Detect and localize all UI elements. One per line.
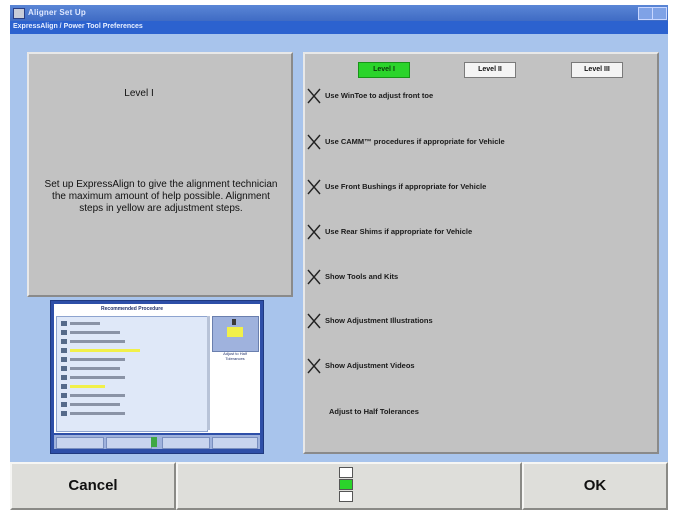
option-label: Use CAMM™ procedures if appropriate for … <box>325 137 505 146</box>
option-label: Use Rear Shims if appropriate for Vehicl… <box>325 227 473 236</box>
minimize-button[interactable] <box>638 7 653 20</box>
option-label: Use WinToe to adjust front toe <box>325 91 434 100</box>
preview-button-bar <box>54 435 260 449</box>
preview-illustration <box>212 316 259 352</box>
option-label: Show Adjustment Videos <box>325 361 415 370</box>
ok-button[interactable]: OK <box>522 462 668 510</box>
page-segment-current <box>339 479 353 490</box>
client-area: Level I Set up ExpressAlign to give the … <box>10 34 668 510</box>
level-title: Level I <box>124 88 154 99</box>
check-x-icon <box>307 134 321 150</box>
level-1-button[interactable]: Level I <box>358 62 410 78</box>
preview-thumbnail: Recommended Procedure Adjust to Half Tol… <box>50 300 264 454</box>
check-x-icon <box>307 88 321 104</box>
level-3-button[interactable]: Level III <box>571 62 623 78</box>
preview-procedure-list <box>56 316 208 432</box>
window-title: Aligner Set Up <box>28 8 86 17</box>
preview-title: Recommended Procedure <box>101 306 163 312</box>
app-window: Aligner Set Up ExpressAlign / Power Tool… <box>0 0 678 510</box>
option-label: Show Adjustment Illustrations <box>325 316 433 325</box>
check-x-icon <box>307 269 321 285</box>
level-2-button[interactable]: Level II <box>464 62 516 78</box>
preview-screen: Recommended Procedure Adjust to Half Tol… <box>54 304 260 433</box>
cancel-button[interactable]: Cancel <box>10 462 176 510</box>
preview-scrollbar <box>207 316 210 430</box>
preview-side-caption: Adjust to Half Tolerances <box>223 351 247 361</box>
level-description: Set up ExpressAlign to give the alignmen… <box>44 179 278 214</box>
option-label: Use Front Bushings if appropriate for Ve… <box>325 182 487 191</box>
check-x-icon <box>307 224 321 240</box>
app-icon <box>13 8 25 19</box>
page-segment <box>339 491 353 502</box>
close-button[interactable] <box>652 7 667 20</box>
page-indicator <box>339 467 353 507</box>
check-x-icon <box>307 179 321 195</box>
check-x-icon <box>307 313 321 329</box>
level-description-panel: Level I Set up ExpressAlign to give the … <box>27 52 293 297</box>
page-segment <box>339 467 353 478</box>
subtitle: ExpressAlign / Power Tool Preferences <box>13 23 143 30</box>
option-label: Adjust to Half Tolerances <box>329 407 419 416</box>
subtitle-bar: ExpressAlign / Power Tool Preferences <box>10 21 668 34</box>
option-label: Show Tools and Kits <box>325 272 399 281</box>
bottom-button-bar: Cancel OK <box>10 458 668 510</box>
check-x-icon <box>307 358 321 374</box>
title-bar: Aligner Set Up <box>10 5 668 21</box>
preferences-panel: Level I Level II Level III Use WinToe to… <box>303 52 659 454</box>
